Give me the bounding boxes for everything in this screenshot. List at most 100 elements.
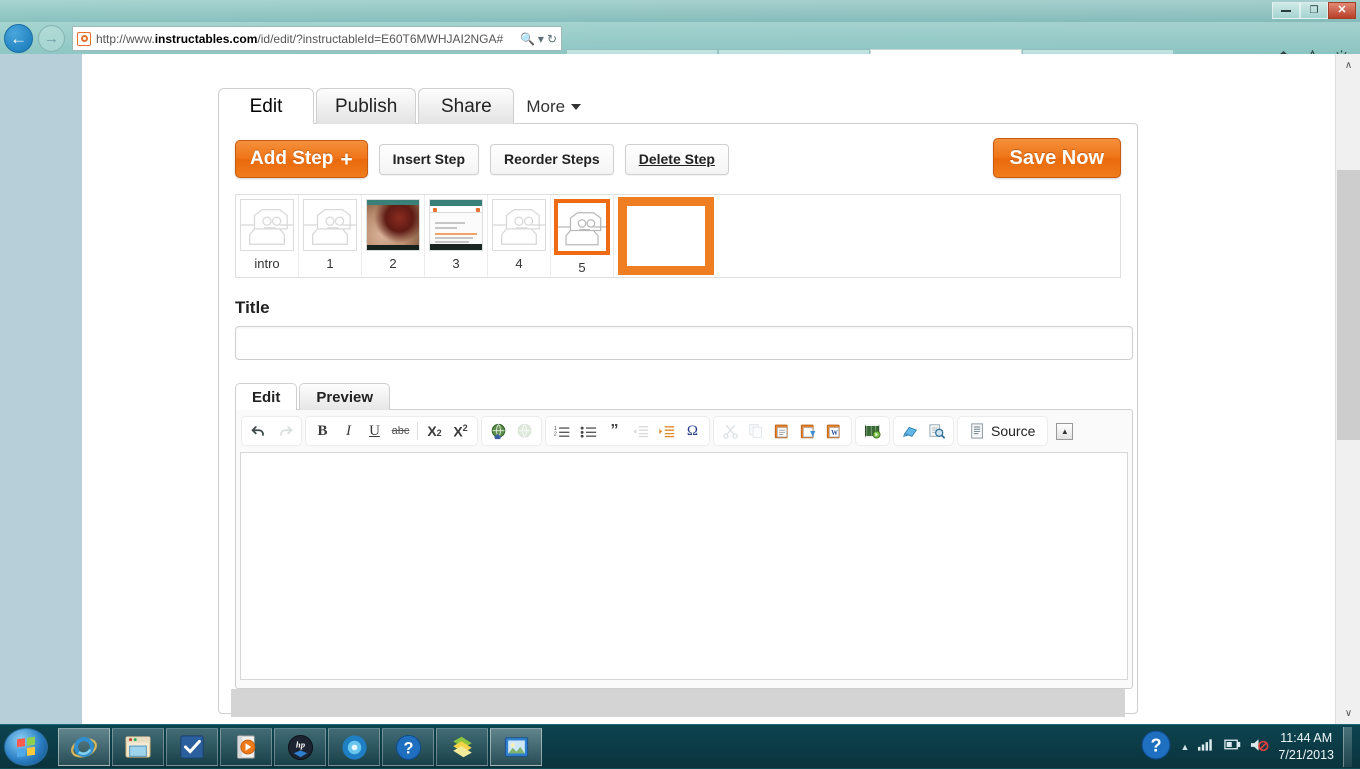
blockquote-icon[interactable]: ” [602, 419, 627, 443]
paste-icon[interactable] [770, 419, 795, 443]
editor-action-bar: Add Step + Insert Step Reorder Steps Del… [235, 138, 1121, 180]
save-now-button[interactable]: Save Now [993, 138, 1121, 178]
bold-icon[interactable]: B [310, 419, 335, 443]
numbered-list-icon[interactable]: 12 [550, 419, 575, 443]
address-bar[interactable]: http://www.instructables.com/id/edit/?in… [72, 26, 562, 51]
paste-from-word-icon[interactable]: W [822, 419, 847, 443]
chevron-down-icon[interactable]: ▾ [538, 32, 544, 46]
new-step-dropzone[interactable] [614, 195, 714, 277]
search-icon[interactable]: 🔍 [520, 32, 535, 46]
insert-step-button[interactable]: Insert Step [379, 144, 479, 175]
plus-icon: + [340, 149, 352, 170]
paste-as-plain-text-icon[interactable] [796, 419, 821, 443]
checkmark-app-taskbar-icon[interactable] [166, 728, 218, 766]
bulleted-list-icon[interactable] [576, 419, 601, 443]
show-hidden-icons-button[interactable]: ▲ [1180, 742, 1189, 752]
clock-date: 7/21/2013 [1278, 747, 1334, 764]
reorder-steps-button[interactable]: Reorder Steps [490, 144, 614, 175]
help-taskbar-icon[interactable]: ? [382, 728, 434, 766]
tab-share[interactable]: Share [418, 88, 514, 124]
media-player-taskbar-icon[interactable] [220, 728, 272, 766]
tab-publish[interactable]: Publish [316, 88, 416, 124]
scrollbar-thumb[interactable] [1337, 170, 1360, 440]
outdent-icon[interactable] [628, 419, 653, 443]
italic-icon[interactable]: I [336, 419, 361, 443]
indent-icon[interactable] [654, 419, 679, 443]
special-character-icon[interactable]: Ω [680, 419, 705, 443]
superscript-icon[interactable]: X2 [448, 419, 473, 443]
more-menu-button[interactable]: More [516, 90, 591, 124]
undo-icon[interactable] [246, 419, 271, 443]
editor-toolbar: B I U abc X2 X2 [240, 414, 1128, 448]
forward-button[interactable]: → [38, 25, 65, 52]
close-button[interactable]: ✕ [1328, 2, 1356, 19]
toolbar-collapse-button[interactable]: ▲ [1056, 423, 1073, 440]
window-title-bar[interactable]: ❐ ✕ [0, 0, 1360, 22]
find-replace-icon[interactable] [924, 419, 949, 443]
step-thumbnail-intro[interactable]: intro [236, 195, 298, 277]
sticky-notes-taskbar-icon[interactable] [436, 728, 488, 766]
svg-text:?: ? [403, 739, 413, 757]
subtab-edit[interactable]: Edit [235, 383, 297, 410]
robot-placeholder-icon [241, 200, 293, 250]
link-icon[interactable] [486, 419, 511, 443]
toolbar-group-links [482, 417, 541, 445]
scroll-down-button[interactable]: ∨ [1336, 702, 1360, 724]
step-label: 2 [389, 257, 396, 270]
battery-icon[interactable] [1224, 737, 1241, 757]
page-vertical-scrollbar[interactable]: ∧ ∨ [1335, 54, 1360, 724]
step-label: 4 [515, 257, 522, 270]
photo-viewer-taskbar-icon[interactable] [490, 728, 542, 766]
help-tray-icon[interactable]: ? [1141, 730, 1171, 765]
cut-icon[interactable] [718, 419, 743, 443]
step-thumbnail-3[interactable]: 3 [425, 195, 487, 277]
step-thumbnail-1[interactable]: 1 [299, 195, 361, 277]
step-thumbnail-4[interactable]: 4 [488, 195, 550, 277]
step-thumb-image [366, 199, 420, 251]
subtab-preview[interactable]: Preview [299, 383, 390, 410]
back-button[interactable]: ← [4, 24, 33, 53]
system-tray: ? ▲ 11:44 AM 7/21/2013 [1141, 725, 1352, 769]
show-desktop-button[interactable] [1343, 727, 1352, 767]
unlink-icon[interactable] [512, 419, 537, 443]
refresh-icon[interactable]: ↻ [547, 32, 557, 46]
step-label: intro [254, 257, 279, 270]
url-prefix: http://www. [96, 32, 155, 46]
minimize-button[interactable] [1272, 2, 1300, 19]
windows-start-button[interactable] [4, 728, 48, 766]
svg-text:2: 2 [554, 431, 557, 437]
editor-content-area[interactable] [240, 452, 1128, 680]
scroll-up-button[interactable]: ∧ [1336, 54, 1360, 76]
editor-panel: Add Step + Insert Step Reorder Steps Del… [218, 123, 1138, 714]
page-viewport: Edit Publish Share More Add Step + I [0, 54, 1360, 724]
internet-explorer-taskbar-icon[interactable] [58, 728, 110, 766]
network-signal-icon[interactable] [1198, 737, 1215, 757]
clock[interactable]: 11:44 AM 7/21/2013 [1278, 730, 1334, 764]
title-input[interactable] [235, 326, 1133, 360]
hp-support-taskbar-icon[interactable]: hp [274, 728, 326, 766]
step-thumb-image [240, 199, 294, 251]
underline-icon[interactable]: U [362, 419, 387, 443]
file-explorer-taskbar-icon[interactable] [112, 728, 164, 766]
restore-button[interactable]: ❐ [1300, 2, 1328, 19]
more-menu-label: More [526, 97, 565, 117]
blue-orb-taskbar-icon[interactable] [328, 728, 380, 766]
insert-video-icon[interactable] [860, 419, 885, 443]
instructables-favicon [77, 32, 91, 46]
volume-muted-icon[interactable] [1250, 737, 1269, 758]
delete-step-button[interactable]: Delete Step [625, 144, 729, 175]
windows-logo-icon [17, 737, 35, 757]
strikethrough-icon[interactable]: abc [388, 419, 413, 443]
step-thumbnail-5-selected[interactable]: 5 [551, 195, 613, 277]
copy-icon[interactable] [744, 419, 769, 443]
subscript-icon[interactable]: X2 [422, 419, 447, 443]
add-step-label: Add Step [250, 148, 333, 170]
url-domain: instructables.com [155, 32, 258, 46]
source-button[interactable]: Source [962, 419, 1043, 443]
browser-nav-bar: ← → http://www.instructables.com/id/edit… [0, 22, 1360, 54]
add-step-button[interactable]: Add Step + [235, 140, 368, 178]
tab-edit[interactable]: Edit [218, 88, 314, 124]
remove-format-icon[interactable] [898, 419, 923, 443]
step-thumbnail-2[interactable]: 2 [362, 195, 424, 277]
redo-icon[interactable] [272, 419, 297, 443]
